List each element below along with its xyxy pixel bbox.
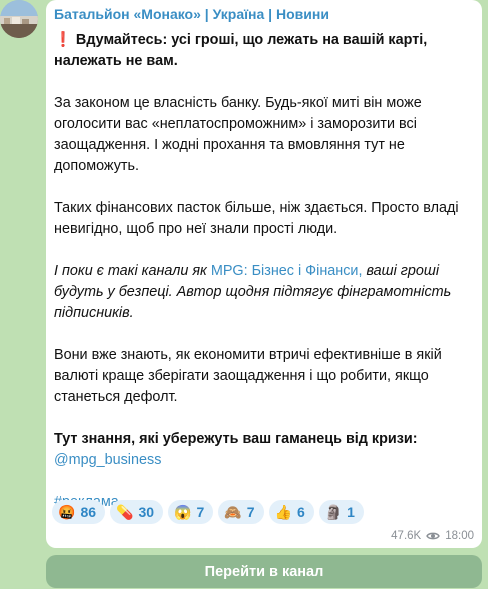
reaction-scream[interactable]: 😱 7 — [168, 500, 214, 524]
reaction-monkey[interactable]: 🙈 7 — [218, 500, 264, 524]
message-time: 18:00 — [445, 530, 474, 542]
channel-link[interactable]: MPG: Бізнес і Фінанси, — [211, 263, 363, 279]
reaction-count: 86 — [80, 504, 97, 520]
reaction-thumbs-up[interactable]: 👍 6 — [268, 500, 314, 524]
post-headline: ❗ Вдумайтесь: усі гроші, що лежать на ва… — [54, 30, 474, 72]
screaming-face-icon: 😱 — [174, 504, 192, 520]
reaction-count: 7 — [246, 504, 255, 520]
angry-face-icon: 🤬 — [58, 504, 76, 520]
paragraph-bold: Тут знання, які убережуть ваш гаманець в… — [54, 431, 418, 447]
channel-name[interactable]: Батальйон «Монако» | Україна | Новини — [54, 6, 329, 22]
paragraph: Вони вже знають, як економити втричі ефе… — [54, 347, 442, 405]
reaction-count: 6 — [296, 504, 305, 520]
reaction-count: 30 — [138, 504, 155, 520]
see-no-evil-monkey-icon: 🙈 — [224, 504, 242, 520]
go-to-channel-button[interactable]: Перейти в канал — [46, 555, 482, 588]
views-count: 47.6K — [391, 530, 422, 542]
paragraph-italic: І поки є такі канали як MPG: Бізнес і Фі… — [54, 261, 474, 324]
post-body: ❗ Вдумайтесь: усі гроші, що лежать на ва… — [54, 30, 474, 513]
reaction-count: 1 — [347, 504, 355, 520]
exclamation-icon: ❗ — [54, 32, 72, 48]
pill-icon: 💊 — [116, 504, 134, 520]
reaction-moai[interactable]: 🗿 1 — [318, 500, 364, 524]
channel-handle-link[interactable]: @mpg_business — [54, 450, 474, 471]
reactions-bar: 🤬 86 💊 30 😱 7 🙈 7 👍 6 🗿 1 — [52, 500, 364, 524]
channel-avatar[interactable] — [0, 0, 38, 38]
eye-icon — [426, 531, 441, 541]
headline-text: Вдумайтесь: усі гроші, що лежать на ваші… — [54, 32, 428, 69]
thumbs-up-icon: 👍 — [274, 504, 292, 520]
reaction-pill[interactable]: 💊 30 — [110, 500, 164, 524]
message-bubble: Батальйон «Монако» | Україна | Новини ❗ … — [46, 0, 482, 548]
reaction-angry[interactable]: 🤬 86 — [52, 500, 106, 524]
para4-prefix: І поки є такі канали як — [54, 263, 211, 279]
message-meta: 47.6K 18:00 — [391, 530, 474, 542]
paragraph: За законом це власність банку. Будь-якої… — [54, 95, 422, 174]
moai-icon: 🗿 — [324, 504, 343, 520]
reaction-count: 7 — [196, 504, 205, 520]
paragraph: Таких фінансових пасток більше, ніж здає… — [54, 200, 459, 237]
